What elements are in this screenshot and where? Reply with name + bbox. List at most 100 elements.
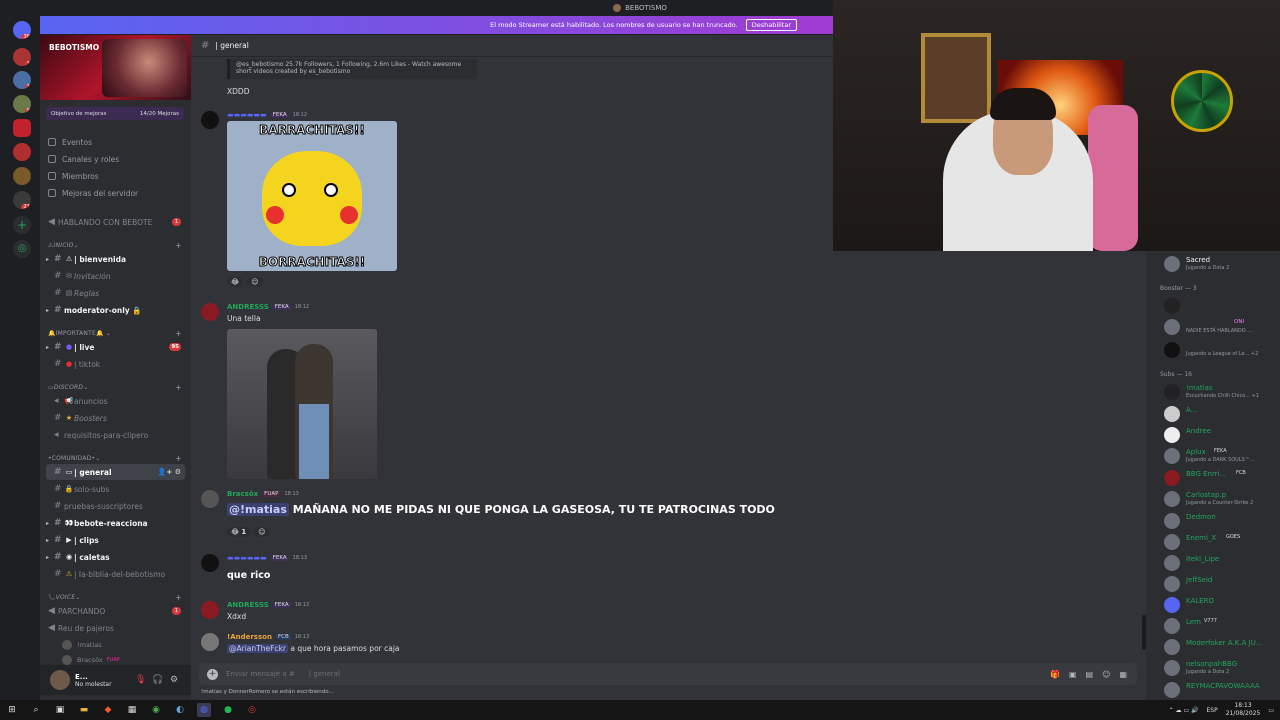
search-icon[interactable]: ⌕: [29, 703, 43, 717]
channel-pruebas[interactable]: # pruebas-suscriptores: [46, 498, 185, 514]
member-item[interactable]: Jugando a League of Le... +2: [1164, 341, 1279, 359]
sticker-icon[interactable]: ▤: [1086, 670, 1094, 679]
nav-channels-roles[interactable]: Canales y roles: [48, 152, 119, 166]
nav-members[interactable]: Miembros: [48, 169, 99, 183]
member-item[interactable]: Moderfoker A.K.A JU...: [1164, 638, 1279, 656]
channel-caletas[interactable]: ▸ # ◉ | caletas: [46, 549, 185, 565]
apps-icon[interactable]: ▦: [1119, 670, 1127, 679]
member-item[interactable]: A...: [1164, 405, 1279, 423]
channel-invitacion[interactable]: # ✉ Invitación: [46, 268, 185, 284]
disable-streamer-button[interactable]: Deshabilitar: [745, 19, 797, 31]
clock[interactable]: 18:13 21/08/2025: [1226, 702, 1261, 718]
tray-icons[interactable]: ⌃ ☁ ▭ 🔊: [1169, 707, 1199, 714]
notification-icon[interactable]: ▭: [1268, 707, 1274, 714]
member-item[interactable]: Carlostap.p Jugando a Counter-Strike 2: [1164, 490, 1279, 508]
guild-icon[interactable]: 6: [13, 143, 31, 161]
gift-icon[interactable]: 🎁: [1050, 670, 1060, 679]
avatar[interactable]: [201, 490, 219, 508]
avatar[interactable]: [201, 633, 219, 651]
channel-boosters[interactable]: # ★ Boosters: [46, 410, 185, 426]
guild-icon[interactable]: [13, 167, 31, 185]
add-channel-icon[interactable]: +: [175, 329, 182, 338]
member-item[interactable]: Sacred Jugando a Dota 2: [1164, 255, 1279, 273]
author-name[interactable]: ANDRESSS: [227, 601, 269, 609]
add-reaction-icon[interactable]: ☺: [254, 527, 270, 537]
mention[interactable]: @!matias: [227, 503, 289, 516]
member-item[interactable]: Enemi_X GOES: [1164, 533, 1279, 551]
add-attachment-icon[interactable]: +: [207, 668, 218, 680]
channel-moderator-only[interactable]: ▸ # moderator-only 🔒: [46, 302, 185, 318]
boost-progress[interactable]: Objetivo de mejoras 14/20 Mejoras: [46, 107, 184, 120]
channel-requisitos[interactable]: ◂ requisitos-para-clipero: [46, 427, 185, 443]
member-item[interactable]: REYMACPAVOWAAAA: [1164, 681, 1279, 699]
category-voice[interactable]: 📞 VOICE ⌄ +: [48, 592, 182, 602]
member-item[interactable]: BBG Enrri... FCB: [1164, 469, 1279, 487]
channel-solo-subs[interactable]: # 🔒 solo-subs: [46, 481, 185, 497]
voice-channel-parchando[interactable]: ◀ PARCHANDO 1: [46, 603, 185, 619]
guild-icon[interactable]: 214: [13, 191, 31, 209]
guild-icon[interactable]: 13: [13, 48, 31, 66]
explore-icon[interactable]: ◎: [13, 240, 31, 258]
nav-server-boost[interactable]: Mejoras del servidor: [48, 186, 138, 200]
message-input[interactable]: + Enviar mensaje a # | general 🎁 ▣ ▤ ☺ ▦: [199, 663, 1137, 685]
avatar[interactable]: [201, 303, 219, 321]
mute-icon[interactable]: 🎙: [135, 675, 146, 685]
avatar[interactable]: [201, 111, 219, 129]
member-item[interactable]: Lem V777: [1164, 617, 1279, 635]
windows-start-icon[interactable]: ⊞: [5, 703, 19, 717]
meme-image[interactable]: BARRACHITAS!! BORRACHITAS!!: [227, 121, 397, 271]
member-item[interactable]: [1164, 297, 1279, 315]
nav-events[interactable]: Eventos: [48, 135, 92, 149]
channel-reglas[interactable]: # ▤ Reglas: [46, 285, 185, 301]
channel-bebote-reacciona[interactable]: ▸ # 👀 bebote-reacciona: [46, 515, 185, 531]
add-channel-icon[interactable]: +: [175, 593, 182, 602]
channel-live[interactable]: ▸ # ● | live 95: [46, 339, 185, 355]
channel-bienvenida[interactable]: ▸ # ⚠ | bienvenida: [46, 251, 185, 267]
add-reaction-icon[interactable]: ☺: [247, 277, 263, 287]
member-item[interactable]: nelsonpahBBG Jugando a Dota 2: [1164, 659, 1279, 677]
member-item[interactable]: JeffSeid: [1164, 575, 1279, 593]
guild-icon[interactable]: 10: [13, 71, 31, 89]
voice-user[interactable]: !matias: [62, 637, 182, 653]
discord-icon[interactable]: ◍: [197, 703, 211, 717]
channel-anuncios[interactable]: ◂ 📢 anuncios: [46, 393, 185, 409]
guild-icon[interactable]: 97: [13, 95, 31, 113]
link-embed[interactable]: @es_bebotismo 25.7k Followers, 1 Followi…: [227, 59, 477, 79]
photo-attachment[interactable]: [227, 329, 377, 479]
avatar[interactable]: [201, 601, 219, 619]
settings-icon[interactable]: 👤+ ⚙: [158, 468, 181, 476]
add-channel-icon[interactable]: +: [175, 454, 182, 463]
gear-icon[interactable]: ⚙: [170, 675, 178, 685]
mention[interactable]: @ArianTheFckr: [227, 644, 288, 653]
scrollbar[interactable]: [1142, 615, 1146, 650]
obs-icon[interactable]: ◎: [245, 703, 259, 717]
member-item[interactable]: Dedmon: [1164, 512, 1279, 530]
member-item[interactable]: Andree: [1164, 426, 1279, 444]
folder-icon[interactable]: ▬: [77, 703, 91, 717]
calendar-app-icon[interactable]: ▦: [125, 703, 139, 717]
category-inicio[interactable]: ⚠ INICIO ⌄ +: [48, 240, 182, 250]
member-item[interactable]: !matias Escuchando Chilli Chico... +1: [1164, 383, 1279, 401]
add-server-icon[interactable]: +: [13, 216, 31, 234]
member-item[interactable]: KALERO: [1164, 596, 1279, 614]
voice-channel-hablando[interactable]: ◀ HABLANDO CON BEBOTE 1: [46, 214, 185, 230]
language-indicator[interactable]: ESP: [1207, 707, 1218, 714]
channel-general[interactable]: # ▭ | general 👤+ ⚙: [46, 464, 185, 480]
task-view-icon[interactable]: ▣: [53, 703, 67, 717]
channel-la-biblia[interactable]: # ⚠ | la-biblia-del-bebotismo: [46, 566, 185, 582]
author-name[interactable]: !Andersson: [227, 633, 272, 641]
brave-icon[interactable]: ◆: [101, 703, 115, 717]
home-button[interactable]: 365: [13, 21, 31, 39]
steam-icon[interactable]: ◐: [173, 703, 187, 717]
chrome-icon[interactable]: ◉: [149, 703, 163, 717]
emoji-icon[interactable]: ☺: [1102, 670, 1110, 679]
channel-clips[interactable]: ▸ # ▶ | clips: [46, 532, 185, 548]
category-discord[interactable]: ▭ DISCORD ⌄ +: [48, 382, 182, 392]
add-channel-icon[interactable]: +: [175, 383, 182, 392]
guild-icon-bebotismo[interactable]: [13, 119, 31, 137]
reaction[interactable]: 😂: [227, 277, 244, 287]
reaction[interactable]: 😂 1: [227, 527, 251, 537]
category-importante[interactable]: 🔔 IMPORTANTE 🔔 ⌄ +: [48, 328, 182, 338]
category-comunidad[interactable]: •COMUNIDAD• ⌄ +: [48, 453, 182, 463]
avatar[interactable]: [201, 554, 219, 572]
